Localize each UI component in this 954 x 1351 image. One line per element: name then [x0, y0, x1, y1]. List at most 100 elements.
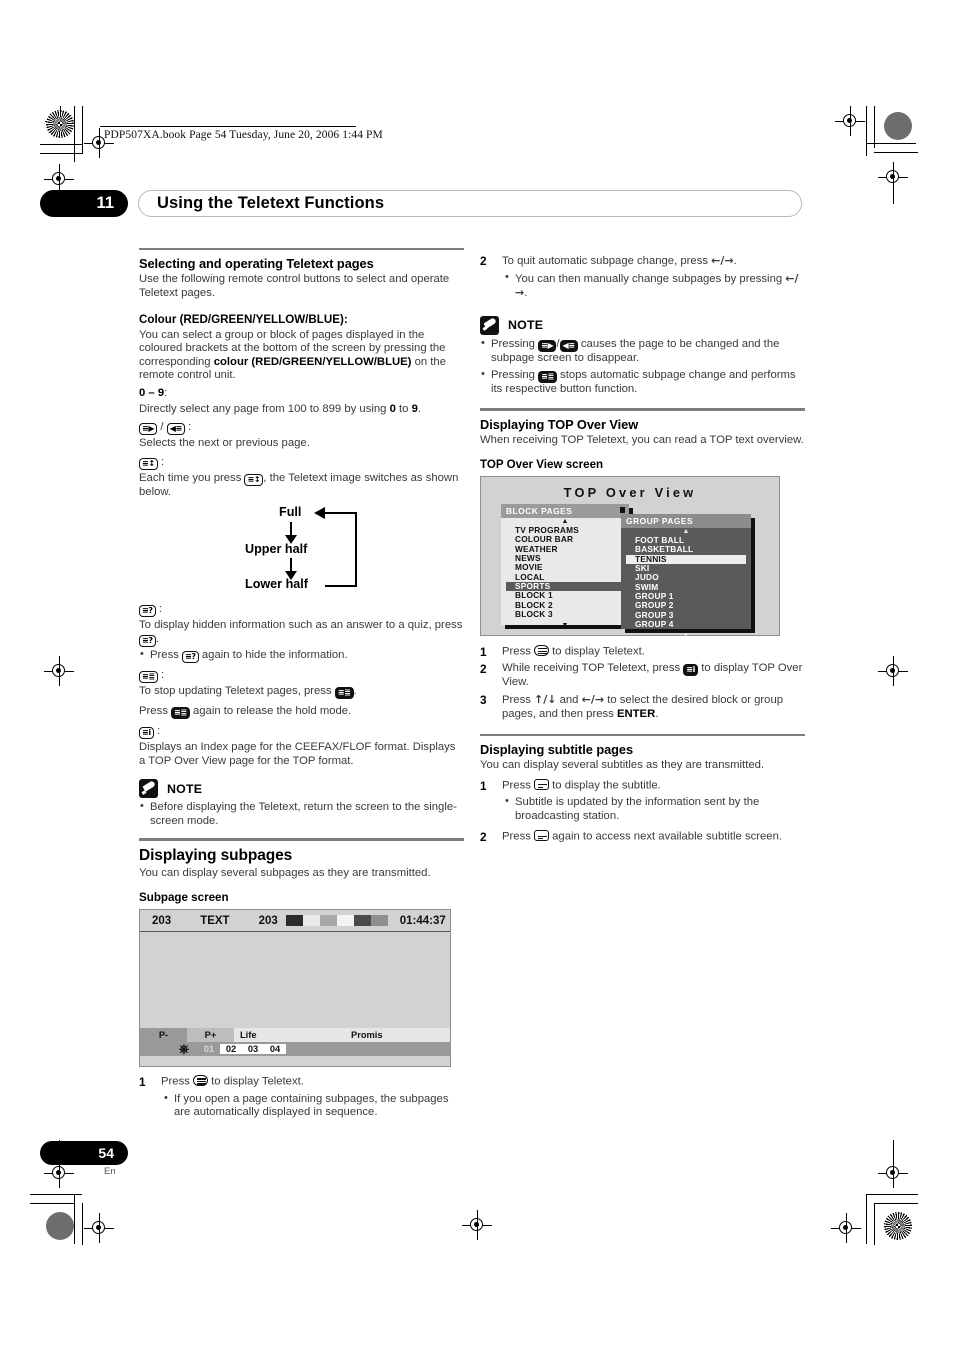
loop-top — [323, 512, 357, 515]
intro-displaying-subpages: You can display several subpages as they… — [139, 866, 431, 879]
header-rule — [100, 126, 356, 127]
left-right-arrow-icon: ←/→ — [581, 693, 605, 707]
fastext-promis[interactable]: Promis — [345, 1028, 450, 1042]
crop-line — [874, 152, 918, 154]
crop-line — [74, 1194, 76, 1244]
fastext-next[interactable]: P+ — [187, 1028, 234, 1043]
nextprev-colon: : — [188, 421, 192, 434]
label-top-over-view-screen: TOP Over View screen — [480, 458, 604, 472]
list-item: You can then manually change subpages by… — [502, 271, 805, 301]
note-b1-a: Pressing — [491, 337, 539, 350]
size-body-1: Each time you press — [139, 471, 245, 484]
list-item: If you open a page containing subpages, … — [161, 1092, 464, 1120]
teletext-hold-icon-release: ≡≣ — [171, 706, 190, 719]
hold-body-2: . — [353, 684, 357, 697]
scroll-down-arrow-icon[interactable]: ▼ — [501, 622, 629, 630]
heading-selecting-operating: Selecting and operating Teletext pages — [139, 256, 374, 272]
top-over-view-screen-mock: TOP Over View BLOCK PAGES ▲ TV PROGRAMS … — [480, 476, 780, 639]
step2-bullet-2: . — [524, 287, 528, 300]
block-pages-list: TV PROGRAMS COLOUR BAR WEATHER NEWS MOVI… — [501, 525, 629, 622]
list-item[interactable]: BLOCK 3 — [506, 609, 624, 619]
crop-line — [82, 106, 84, 154]
swatch — [353, 915, 371, 927]
chapter-number-badge: 11 — [40, 190, 128, 217]
heading-displaying-subtitle-pages: Displaying subtitle pages — [480, 742, 634, 758]
hold-body-3a: Press — [139, 704, 172, 717]
reveal-body: To display hidden information such as an… — [139, 619, 464, 647]
subpage-screen-mock: 203 TEXT 203 01:44:37 P- P+ Life Promis … — [139, 909, 451, 1068]
registration-mark-left-lower — [44, 656, 74, 686]
heading-colour-buttons: Colour (RED/GREEN/YELLOW/BLUE): — [139, 312, 348, 326]
note-bullets-right: Pressing ≡▶/◀≡ causes the page to be cha… — [480, 337, 805, 397]
step-number: 1 — [139, 1075, 146, 1090]
step: 2 Press again to access next available s… — [480, 830, 805, 844]
size-label-line: ≡↕ : — [139, 456, 464, 470]
step: 2 While receiving TOP Teletext, press ≡i… — [480, 662, 805, 690]
fastext-life[interactable]: Life — [234, 1028, 345, 1042]
size-colon: : — [160, 455, 165, 468]
subtitle-icon — [534, 830, 550, 842]
step2-text-2: . — [733, 255, 737, 267]
loop-right — [355, 512, 357, 588]
teletext-icon — [193, 1075, 209, 1087]
subpage-page-right: 203 — [258, 914, 278, 927]
teletext-hold-icon: ≡≣ — [538, 370, 557, 383]
step-text-1: Press — [161, 1075, 194, 1088]
reveal-bullet-2: again to hide the information. — [198, 648, 348, 661]
subpage-page-left: 203 — [152, 914, 172, 927]
note-b2-a: Pressing — [491, 368, 539, 381]
reveal-body-2: . — [155, 632, 159, 645]
step: 3 Press ↑/↓ and ←/→ to select the desire… — [480, 693, 805, 722]
crop-line — [866, 143, 916, 145]
subpage-text-label: TEXT — [200, 914, 230, 927]
group-pages-inner: GROUP PAGES ▲ FOOT BALL BASKETBALL TENNI… — [621, 514, 751, 639]
sub-step2-text1: Press — [502, 830, 535, 843]
switch-label-lower: Lower half — [245, 577, 308, 592]
subpage-number-active[interactable]: 02 — [220, 1044, 242, 1055]
range-body-3: . — [417, 402, 421, 415]
left-right-arrow-icon: ←/→ — [711, 254, 734, 267]
fastext-prev[interactable]: P- — [140, 1028, 187, 1043]
subpage-number[interactable]: 03 — [242, 1044, 264, 1055]
crop-line — [40, 153, 83, 155]
subpage-number[interactable]: 01 — [198, 1044, 220, 1054]
top-over-view-title: TOP Over View — [563, 485, 697, 501]
step-body: To quit automatic subpage change, press … — [502, 254, 805, 304]
hold-colon: : — [160, 668, 165, 681]
subpage-clock: 01:44:37 — [399, 914, 446, 927]
range-body-1: Directly select any page from 100 to 899… — [139, 402, 390, 415]
step-number: 1 — [480, 778, 487, 793]
swatch — [319, 915, 337, 927]
scroll-down-arrow-icon[interactable]: ▼ — [621, 632, 751, 640]
teletext-icon — [534, 645, 550, 657]
step-body: Press ↑/↓ and ←/→ to select the desired … — [502, 693, 805, 722]
step-number: 2 — [480, 254, 487, 268]
crop-line — [866, 1194, 918, 1196]
colour-target-bottom-left — [46, 1212, 74, 1240]
colour-body-bold: colour (RED/GREEN/YELLOW/BLUE) — [213, 355, 412, 368]
step-body: Press to display the subtitle. Subtitle … — [502, 778, 805, 826]
section-rule-4 — [480, 733, 805, 737]
colour-buttons-body: You can select a group or block of pages… — [139, 329, 464, 383]
sub-step1-text1: Press — [502, 779, 535, 792]
subpage-number[interactable]: 04 — [264, 1044, 286, 1055]
swatch — [370, 915, 388, 927]
nextprev-body: Selects the next or previous page. — [139, 437, 310, 450]
list-item: Pressing ≡▶/◀≡ causes the page to be cha… — [480, 337, 805, 366]
step: 1 Press to display Teletext. If you open… — [139, 1075, 464, 1122]
list-item[interactable]: GROUP 4 — [626, 619, 746, 629]
page-number: 54 — [98, 1145, 114, 1161]
reveal-colon: : — [158, 603, 163, 616]
section-rule-2 — [139, 838, 464, 841]
registration-mark-top-right — [835, 106, 865, 136]
list-item: Pressing ≡≣ stops automatic subpage chan… — [480, 368, 805, 397]
chapter-number: 11 — [96, 194, 114, 212]
pencil-icon — [480, 315, 499, 335]
teletext-next-page-icon: ≡▶ — [538, 339, 557, 352]
range-heading-colon: : — [164, 386, 168, 399]
tv-step2-text1: While receiving TOP Teletext, press — [502, 662, 684, 675]
teletext-prev-page-icon: ◀≡ — [166, 423, 185, 436]
arrow-head-down-1 — [285, 535, 297, 545]
step: 2 To quit automatic subpage change, pres… — [480, 254, 805, 304]
subpage-footer-strip — [140, 1056, 450, 1066]
